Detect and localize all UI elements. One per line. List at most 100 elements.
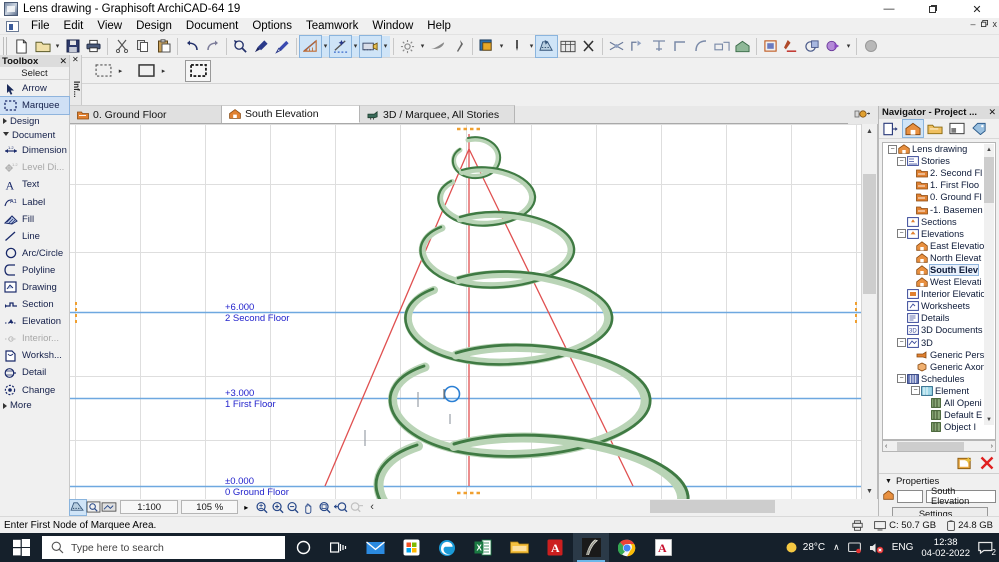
group-button[interactable] [760,36,781,57]
nav-scroll-thumb[interactable] [984,157,994,203]
save-file-button[interactable] [62,36,83,57]
navigator-project-map-button[interactable] [902,119,924,138]
properties-expander-icon[interactable]: ▼ [885,478,892,485]
navigator-preview-button[interactable] [881,120,901,137]
shadow-button[interactable] [427,36,448,57]
drawing-canvas[interactable]: +6.000 2 Second Floor +3.000 1 First Flo… [70,124,878,499]
menu-view[interactable]: View [90,19,129,33]
tree-expander-icon-5[interactable]: − [897,374,906,384]
tree-item-object-i[interactable]: Object I [883,421,995,433]
tool-marquee[interactable]: Marquee [0,96,70,116]
vertical-scroll-thumb[interactable] [863,174,876,294]
tool-arrow[interactable]: Arrow [0,80,69,97]
tree-item-worksheets[interactable]: Worksheets [883,300,995,312]
navigator-publisher-button[interactable] [969,120,989,137]
suspend-groups-button[interactable] [781,36,802,57]
nav-scroll-up-icon[interactable]: ▲ [984,144,994,155]
cut-button[interactable] [111,36,132,57]
toolbar-grip[interactable] [3,37,8,55]
tree-expander-icon-6[interactable]: − [911,386,920,396]
tree-item-element[interactable]: − Element [883,385,995,397]
horizontal-scroll-thumb[interactable] [650,500,775,513]
tool-label[interactable]: A1 Label [0,193,69,210]
adjust-button[interactable] [627,36,648,57]
zoom-percent-field[interactable]: 105 % [180,500,239,514]
zoom-in-button[interactable] [270,500,286,515]
toolbox-group-document[interactable]: Document [0,128,69,142]
tree-expander-icon-3[interactable]: − [897,229,906,239]
taskbar-search-box[interactable]: Type here to search [42,536,285,559]
redo-button[interactable] [202,36,223,57]
toolbox-group-more[interactable]: More [0,399,69,413]
close-button[interactable]: ✕ [955,0,999,18]
navigator-layout-book-button[interactable] [947,120,967,137]
magic-wand-dropdown-arrow[interactable]: ▾ [351,36,360,57]
cortana-icon[interactable] [285,533,321,562]
layers-dropdown-arrow[interactable]: ▾ [497,36,506,57]
pan-button[interactable] [301,500,317,515]
tree-item-basement[interactable]: -1. Basemen [883,203,995,215]
tool-elevation[interactable]: Elevation [0,313,69,330]
scale-field[interactable]: 1:100 [120,500,178,514]
zoom-out-button[interactable] [286,500,302,515]
inject-parameters-button[interactable] [272,36,293,57]
previous-zoom-button[interactable] [333,500,349,515]
new-file-button[interactable] [11,36,32,57]
adobe-reader-icon[interactable]: A [537,533,573,562]
drag-copy-button[interactable] [732,36,753,57]
tree-item-south-elevation[interactable]: South Elev [883,263,995,276]
pen-color-button[interactable] [506,36,527,57]
tool-text[interactable]: A Text [0,176,69,193]
navigator-tree-horizontal-scrollbar[interactable]: ‹ › [882,440,996,452]
mail-icon[interactable] [357,533,393,562]
offset-button[interactable] [711,36,732,57]
tree-item-3d[interactable]: − 3D [883,337,995,349]
next-zoom-button[interactable] [348,500,364,515]
menu-design[interactable]: Design [129,19,179,33]
display-options-button[interactable] [557,36,578,57]
tree-expander-icon-4[interactable]: − [897,338,906,348]
tree-item-details[interactable]: Details [883,312,995,324]
menu-teamwork[interactable]: Teamwork [299,19,365,33]
marker-button[interactable] [448,36,469,57]
tree-item-sections[interactable]: Sections [883,216,995,228]
properties-id-field[interactable] [897,489,923,503]
sun-dropdown-arrow[interactable]: ▾ [418,36,427,57]
menu-options[interactable]: Options [245,19,299,33]
marquee-single-dropdown-arrow[interactable]: ▸ [116,60,125,81]
scroll-up-arrow-icon[interactable]: ▲ [862,124,877,139]
paste-button[interactable] [153,36,174,57]
tool-change[interactable]: Change [0,382,69,399]
canvas-horizontal-scrollbar[interactable] [380,499,861,514]
nav-scroll-down-icon[interactable]: ▼ [984,414,994,425]
new-viewpoint-button[interactable] [956,455,973,470]
tab-south-elevation[interactable]: South Elevation ✕ [222,105,371,123]
menu-window[interactable]: Window [365,19,420,33]
elevation-drawing[interactable]: +6.000 2 Second Floor +3.000 1 First Flo… [70,124,878,499]
trace-reference-toggle-button[interactable] [69,498,87,516]
tree-item-west-elevation[interactable]: West Elevati [883,276,995,288]
tree-item-ground-floor[interactable]: 0. Ground Fl [883,191,995,203]
tray-expand-chevron-icon[interactable]: ∧ [833,542,840,553]
elevate-view-button[interactable] [359,34,382,58]
tool-drawing[interactable]: Drawing [0,279,69,296]
menu-document[interactable]: Document [179,19,245,33]
tab-3d-marquee[interactable]: 3D / Marquee, All Stories [360,105,515,123]
sun-settings-button[interactable] [397,36,418,57]
toolbox-group-design[interactable]: Design [0,114,69,128]
tree-item-elevations[interactable]: − Elevations [883,228,995,240]
chrome-icon[interactable] [609,533,645,562]
tree-item-lens-drawing[interactable]: − Lens drawing [883,143,995,155]
tree-item-schedules[interactable]: − Schedules [883,373,995,385]
tool-arc-circle[interactable]: Arc/Circle [0,245,69,262]
undo-button[interactable] [181,36,202,57]
tree-item-east-elevation[interactable]: East Elevatio [883,240,995,252]
minimize-button[interactable]: — [867,0,911,18]
navigator-view-map-button[interactable] [925,120,945,137]
tree-item-north-elevation[interactable]: North Elevat [883,252,995,264]
element-transfer-button[interactable] [823,36,844,57]
pen-dropdown-arrow[interactable]: ▾ [527,36,536,57]
open-file-button[interactable] [32,36,53,57]
tool-detail[interactable]: Detail [0,364,69,381]
tool-interior-elevation[interactable]: Interior... [0,330,69,347]
